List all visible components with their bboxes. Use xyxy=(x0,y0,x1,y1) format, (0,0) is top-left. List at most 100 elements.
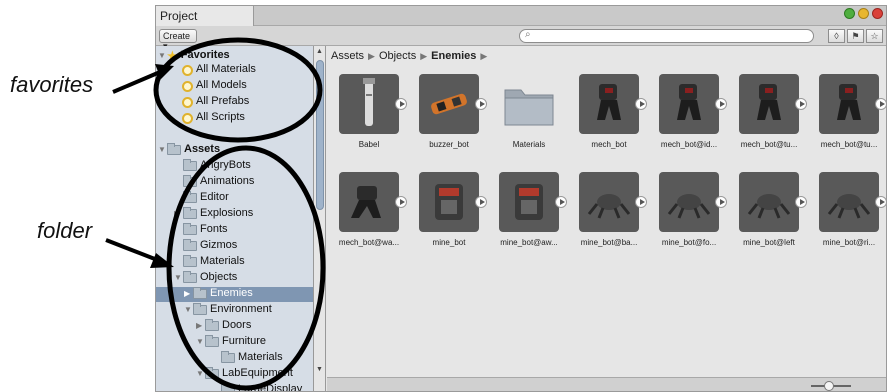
mech-bot-model-icon xyxy=(757,84,781,120)
tab-project[interactable]: Project xyxy=(156,6,254,26)
thumbnail-size-slider-knob[interactable] xyxy=(824,381,834,391)
scroll-up-icon[interactable]: ▲ xyxy=(316,48,323,55)
saved-search-icon xyxy=(182,97,193,108)
favorite-star-icon[interactable]: ☆ xyxy=(866,29,883,43)
asset-item[interactable]: buzzer_bot xyxy=(407,74,487,158)
tree-favorites-header[interactable]: ▼★ Favorites xyxy=(158,49,230,64)
scroll-down-icon[interactable]: ▼ xyxy=(316,366,323,373)
tree-folder-item[interactable]: Gizmos xyxy=(174,239,237,254)
close-window-icon[interactable] xyxy=(872,8,883,19)
expand-down-icon[interactable]: ▼ xyxy=(196,367,205,378)
asset-item[interactable]: mech_bot@tu... xyxy=(807,74,886,158)
breadcrumb-item-current[interactable]: Enemies xyxy=(431,50,476,62)
expand-prefab-icon[interactable] xyxy=(715,196,727,208)
breadcrumb-item[interactable]: Objects xyxy=(379,50,416,62)
folder-icon xyxy=(183,255,197,267)
tree-assets-header[interactable]: ▼ Assets xyxy=(158,143,220,158)
tree-folder-item[interactable]: ▼ Environment xyxy=(184,303,272,318)
minimize-window-icon[interactable] xyxy=(858,8,869,19)
asset-item[interactable]: mine_bot@left xyxy=(727,172,807,256)
folder-icon xyxy=(183,159,197,171)
asset-item[interactable]: mine_bot xyxy=(407,172,487,256)
favorite-item[interactable]: All Models xyxy=(182,79,247,94)
asset-item[interactable]: mech_bot@tu... xyxy=(727,74,807,158)
expand-prefab-icon[interactable] xyxy=(475,196,487,208)
tree-folder-item[interactable]: Materials xyxy=(174,255,245,270)
expand-right-icon[interactable]: ▶ xyxy=(196,319,205,330)
tree-label: Materials xyxy=(200,255,245,267)
asset-label: mine_bot@ba... xyxy=(580,238,638,247)
expand-down-icon[interactable]: ▼ xyxy=(158,49,167,60)
tree-folder-item[interactable]: AngryBots xyxy=(174,159,251,174)
tree-folder-item[interactable]: ▶ Doors xyxy=(196,319,251,334)
asset-item[interactable]: mine_bot@fo... xyxy=(647,172,727,256)
expand-prefab-icon[interactable] xyxy=(635,196,647,208)
zoom-window-icon[interactable] xyxy=(844,8,855,19)
tree-folder-item[interactable]: ▶ Explosions xyxy=(174,207,253,222)
asset-thumbnail xyxy=(739,74,799,134)
filter-by-label-icon[interactable]: ⚑ xyxy=(847,29,864,43)
tree-folder-item[interactable]: ▼ Furniture xyxy=(196,335,266,350)
favorite-item[interactable]: All Materials xyxy=(182,63,256,78)
folder-icon xyxy=(183,207,197,219)
expand-right-icon[interactable]: ▶ xyxy=(174,207,183,218)
tree-folder-item[interactable]: ▼ Objects xyxy=(174,271,237,286)
asset-label: buzzer_bot xyxy=(429,140,469,149)
expand-prefab-icon[interactable] xyxy=(635,98,647,110)
expand-prefab-icon[interactable] xyxy=(395,98,407,110)
expand-down-icon[interactable]: ▼ xyxy=(196,335,205,346)
folder-icon xyxy=(504,89,554,126)
expand-down-icon[interactable]: ▼ xyxy=(174,271,183,282)
tree-scrollbar[interactable]: ▲ ▼ xyxy=(314,46,326,391)
tree-folder-item-selected[interactable]: ▶ Enemies xyxy=(156,287,313,302)
mine-bot-model-icon xyxy=(435,184,463,220)
expand-prefab-icon[interactable] xyxy=(715,98,727,110)
tree-folder-item[interactable]: ▼ LabEquipment xyxy=(196,367,293,382)
expand-prefab-icon[interactable] xyxy=(875,98,886,110)
create-button[interactable]: Create ▾ xyxy=(159,29,197,51)
folder-icon xyxy=(183,175,197,187)
folder-icon xyxy=(183,239,197,251)
asset-label: Materials xyxy=(512,140,546,149)
asset-thumbnail xyxy=(659,172,719,232)
asset-item[interactable]: mech_bot xyxy=(567,74,647,158)
expand-prefab-icon[interactable] xyxy=(555,196,567,208)
expand-prefab-icon[interactable] xyxy=(795,196,807,208)
expand-prefab-icon[interactable] xyxy=(875,196,886,208)
tree-label: Animations xyxy=(200,175,255,187)
asset-item[interactable]: mine_bot@aw... xyxy=(487,172,567,256)
expand-down-icon[interactable]: ▼ xyxy=(184,303,193,314)
search-field[interactable]: ⌕ xyxy=(519,29,814,43)
favorite-item[interactable]: All Scripts xyxy=(182,111,245,126)
mine-bot-model-icon xyxy=(827,194,871,219)
expand-right-icon[interactable]: ▶ xyxy=(184,287,193,298)
favorite-item[interactable]: All Prefabs xyxy=(182,95,249,110)
search-input[interactable] xyxy=(536,31,796,41)
asset-label: mech_bot@wa... xyxy=(338,238,400,247)
asset-item[interactable]: mech_bot@id... xyxy=(647,74,727,158)
expand-down-icon[interactable]: ▼ xyxy=(158,143,167,154)
asset-item[interactable]: Materials xyxy=(487,74,567,158)
folder-icon xyxy=(221,351,235,363)
tree-scroll-thumb[interactable] xyxy=(316,60,324,210)
breadcrumb-item[interactable]: Assets xyxy=(331,50,364,62)
tree-folder-item[interactable]: Editor xyxy=(174,191,229,206)
asset-item[interactable]: mine_bot@ri... xyxy=(807,172,886,256)
asset-thumbnail xyxy=(419,172,479,232)
asset-label: mech_bot@id... xyxy=(660,140,718,149)
tree-folder-item[interactable]: Animations xyxy=(174,175,254,190)
breadcrumb-separator-icon: ▶ xyxy=(368,51,375,61)
tree-folder-item[interactable]: LargeDisplay xyxy=(212,383,302,391)
expand-prefab-icon[interactable] xyxy=(795,98,807,110)
asset-item[interactable]: Babel xyxy=(327,74,407,158)
tree-folder-item[interactable]: Fonts xyxy=(174,223,228,238)
tree-label: LabEquipment xyxy=(222,367,293,379)
filter-by-type-icon[interactable]: ◊ xyxy=(828,29,845,43)
tree-folder-item[interactable]: Materials xyxy=(212,351,283,366)
expand-prefab-icon[interactable] xyxy=(395,196,407,208)
expand-prefab-icon[interactable] xyxy=(475,98,487,110)
asset-item[interactable]: mech_bot@wa... xyxy=(327,172,407,256)
star-icon: ★ xyxy=(167,49,178,63)
asset-item[interactable]: mine_bot@ba... xyxy=(567,172,647,256)
folder-icon xyxy=(221,383,235,391)
